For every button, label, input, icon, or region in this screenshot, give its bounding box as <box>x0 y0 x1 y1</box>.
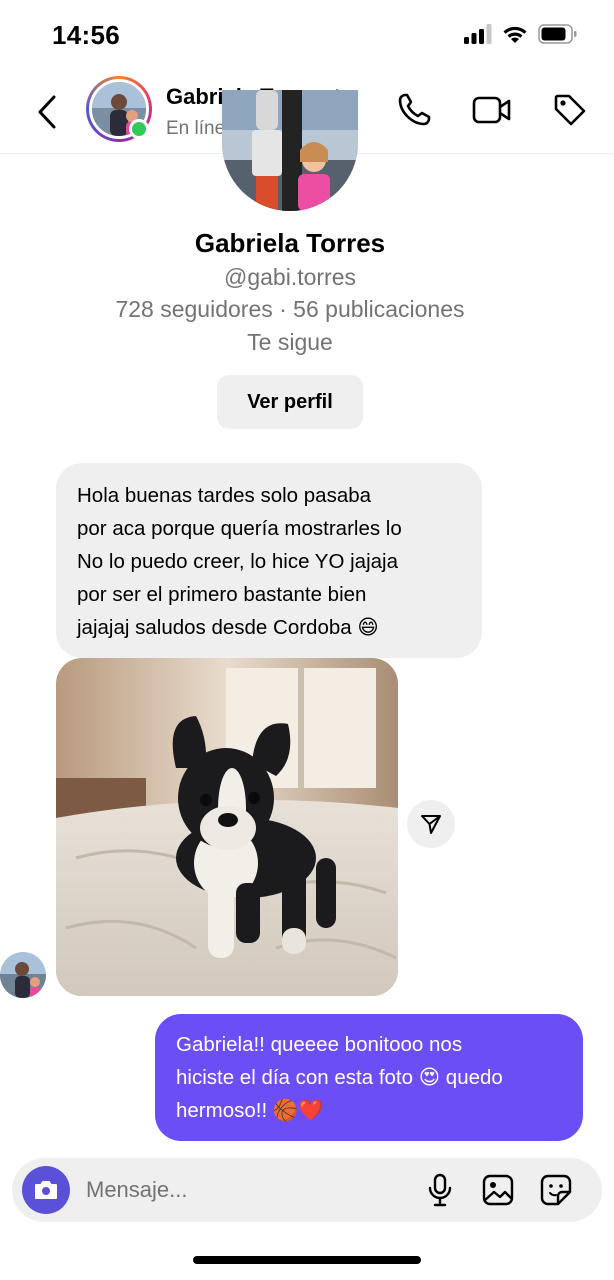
message-line: Gabriela!! queeee bonitooo nos <box>176 1033 463 1056</box>
message-input[interactable] <box>86 1170 386 1210</box>
back-button[interactable] <box>30 90 64 134</box>
incoming-message[interactable]: Hola buenas tardes solo pasaba por aca p… <box>56 463 482 658</box>
chevron-left-icon <box>38 95 56 129</box>
call-button[interactable] <box>394 90 434 130</box>
profile-stats: 728 seguidores · 56 publicaciones <box>115 296 465 322</box>
message-line: por aca porque quería mostrarles lo <box>77 517 402 540</box>
image-icon <box>482 1174 514 1206</box>
microphone-icon <box>428 1173 452 1207</box>
composer-actions <box>422 1172 574 1208</box>
message-line: Hola buenas tardes solo pasaba <box>77 484 372 507</box>
camera-icon <box>35 1181 57 1199</box>
message-composer <box>12 1158 602 1222</box>
status-bar: 14:56 <box>0 0 614 70</box>
gallery-button[interactable] <box>480 1172 516 1208</box>
tag-button[interactable] <box>550 90 590 130</box>
message-line: hermoso!! 🏀❤️ <box>176 1099 324 1122</box>
message-line: hiciste el día con esta foto 😍 quedo <box>176 1066 503 1089</box>
video-call-button[interactable] <box>472 90 512 130</box>
outgoing-message[interactable]: Gabriela!! queeee bonitooo nos hiciste e… <box>155 1014 583 1141</box>
share-button[interactable] <box>407 800 455 848</box>
home-indicator[interactable] <box>193 1256 421 1264</box>
voice-message-button[interactable] <box>422 1172 458 1208</box>
online-indicator <box>129 119 149 139</box>
follows-you-label: Te sigue <box>247 329 333 355</box>
sender-avatar[interactable] <box>0 952 46 998</box>
video-camera-icon <box>472 96 511 124</box>
status-icons <box>464 24 578 49</box>
profile-handle: @gabi.torres <box>223 264 356 290</box>
crochet-dog-photo <box>56 658 398 996</box>
phone-icon <box>398 93 431 126</box>
profile-photo[interactable] <box>222 90 358 211</box>
camera-button[interactable] <box>22 1166 70 1214</box>
wifi-icon <box>502 24 528 49</box>
view-profile-button[interactable]: Ver perfil <box>217 375 363 429</box>
battery-icon <box>538 24 578 49</box>
paper-plane-icon <box>421 815 441 834</box>
message-line: No lo puedo creer, lo hice YO jajaja <box>77 550 398 573</box>
sticker-icon <box>540 1174 572 1206</box>
sticker-button[interactable] <box>538 1172 574 1208</box>
header-actions <box>394 90 590 130</box>
profile-name: Gabriela Torres <box>194 228 386 258</box>
status-time: 14:56 <box>52 20 120 50</box>
signal-icon <box>464 24 492 49</box>
message-line: por ser el primero bastante bien <box>77 583 367 606</box>
photo-message[interactable] <box>56 658 398 996</box>
message-line: jajajaj saludos desde Cordoba 😄 <box>77 616 379 639</box>
tag-icon <box>554 94 586 126</box>
